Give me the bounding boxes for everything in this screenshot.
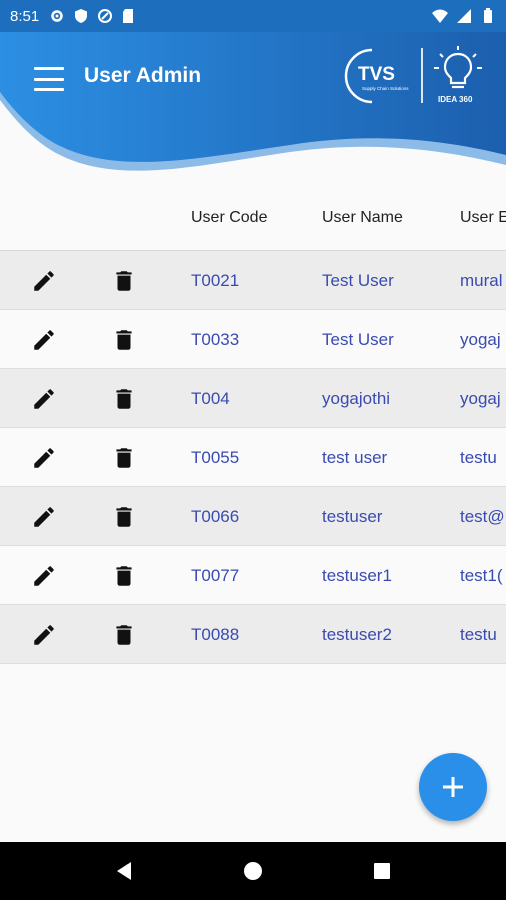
table-body: T0021 Test User mural T0033 Test User yogaj T0… bbox=[0, 251, 506, 664]
edit-button[interactable] bbox=[31, 445, 57, 471]
table-row: T0033 Test User yogaj bbox=[0, 310, 506, 369]
pencil-icon bbox=[31, 330, 57, 357]
user-email-cell[interactable]: yogaj bbox=[460, 330, 501, 350]
recents-icon[interactable] bbox=[371, 860, 393, 882]
table-row: T0066 testuser test@ bbox=[0, 487, 506, 546]
user-email-cell[interactable]: test1( bbox=[460, 566, 503, 586]
logo-divider bbox=[421, 48, 423, 103]
lightbulb-icon bbox=[434, 46, 482, 89]
edit-button[interactable] bbox=[31, 563, 57, 589]
user-name-cell[interactable]: testuser1 bbox=[322, 566, 392, 586]
user-table: User Code User Name User E T0021 Test Use… bbox=[0, 185, 506, 664]
pencil-icon bbox=[31, 625, 57, 652]
plus-icon bbox=[443, 777, 463, 797]
signal-icon bbox=[457, 9, 471, 23]
system-nav-bar bbox=[0, 842, 506, 900]
user-name-cell[interactable]: Test User bbox=[322, 330, 394, 350]
user-code-cell[interactable]: T004 bbox=[191, 389, 230, 409]
column-header-user-email[interactable]: User E bbox=[460, 209, 506, 227]
edit-button[interactable] bbox=[31, 622, 57, 648]
sd-card-icon bbox=[123, 9, 134, 23]
table-row: T0055 test user testu bbox=[0, 428, 506, 487]
table-row: T004 yogajothi yogaj bbox=[0, 369, 506, 428]
table-row: T0088 testuser2 testu bbox=[0, 605, 506, 664]
trash-icon bbox=[111, 448, 137, 475]
user-code-cell[interactable]: T0055 bbox=[191, 448, 239, 468]
user-code-cell[interactable]: T0066 bbox=[191, 507, 239, 527]
column-header-user-name[interactable]: User Name bbox=[322, 209, 403, 227]
pencil-icon bbox=[31, 389, 57, 416]
trash-icon bbox=[111, 271, 137, 298]
settings-icon bbox=[51, 10, 63, 22]
user-email-cell[interactable]: test@ bbox=[460, 507, 505, 527]
user-code-cell[interactable]: T0021 bbox=[191, 271, 239, 291]
table-row: T0077 testuser1 test1( bbox=[0, 546, 506, 605]
delete-button[interactable] bbox=[111, 622, 137, 648]
trash-icon bbox=[111, 507, 137, 534]
table-header: User Code User Name User E bbox=[0, 185, 506, 251]
battery-icon bbox=[484, 8, 492, 23]
edit-button[interactable] bbox=[31, 327, 57, 353]
edit-button[interactable] bbox=[31, 268, 57, 294]
trash-icon bbox=[111, 566, 137, 593]
delete-button[interactable] bbox=[111, 327, 137, 353]
home-icon[interactable] bbox=[242, 860, 264, 882]
pencil-icon bbox=[31, 566, 57, 593]
pencil-icon bbox=[31, 507, 57, 534]
trash-icon bbox=[111, 330, 137, 357]
user-code-cell[interactable]: T0033 bbox=[191, 330, 239, 350]
user-code-cell[interactable]: T0077 bbox=[191, 566, 239, 586]
page-title: User Admin bbox=[84, 64, 202, 87]
trash-icon bbox=[111, 389, 137, 416]
delete-button[interactable] bbox=[111, 504, 137, 530]
user-name-cell[interactable]: yogajothi bbox=[322, 389, 390, 409]
status-bar: 8:51 bbox=[0, 0, 506, 32]
menu-button[interactable] bbox=[34, 67, 64, 91]
user-email-cell[interactable]: mural bbox=[460, 271, 503, 291]
idea-logo-text: IDEA 360 bbox=[438, 95, 473, 104]
column-header-user-code[interactable]: User Code bbox=[191, 209, 267, 227]
user-name-cell[interactable]: test user bbox=[322, 448, 387, 468]
tvs-logo: TVS Supply Chain Solutions bbox=[344, 48, 409, 104]
wifi-icon bbox=[432, 9, 448, 23]
pencil-icon bbox=[31, 271, 57, 298]
edit-button[interactable] bbox=[31, 386, 57, 412]
back-icon[interactable] bbox=[113, 860, 135, 882]
user-email-cell[interactable]: yogaj bbox=[460, 389, 501, 409]
user-email-cell[interactable]: testu bbox=[460, 625, 497, 645]
delete-button[interactable] bbox=[111, 563, 137, 589]
hamburger-icon bbox=[34, 67, 64, 70]
data-saver-icon bbox=[98, 9, 113, 23]
logo-subtext: Supply Chain Solutions bbox=[362, 86, 409, 91]
pencil-icon bbox=[31, 448, 57, 475]
status-time: 8:51 bbox=[10, 7, 40, 25]
user-name-cell[interactable]: testuser bbox=[322, 507, 382, 527]
user-name-cell[interactable]: testuser2 bbox=[322, 625, 392, 645]
user-code-cell[interactable]: T0088 bbox=[191, 625, 239, 645]
user-name-cell[interactable]: Test User bbox=[322, 271, 394, 291]
delete-button[interactable] bbox=[111, 445, 137, 471]
shield-icon bbox=[75, 9, 88, 23]
delete-button[interactable] bbox=[111, 268, 137, 294]
trash-icon bbox=[111, 625, 137, 652]
add-user-button[interactable] bbox=[419, 753, 487, 821]
delete-button[interactable] bbox=[111, 386, 137, 412]
user-email-cell[interactable]: testu bbox=[460, 448, 497, 468]
edit-button[interactable] bbox=[31, 504, 57, 530]
table-row: T0021 Test User mural bbox=[0, 251, 506, 310]
logo-text: TVS bbox=[358, 64, 395, 85]
